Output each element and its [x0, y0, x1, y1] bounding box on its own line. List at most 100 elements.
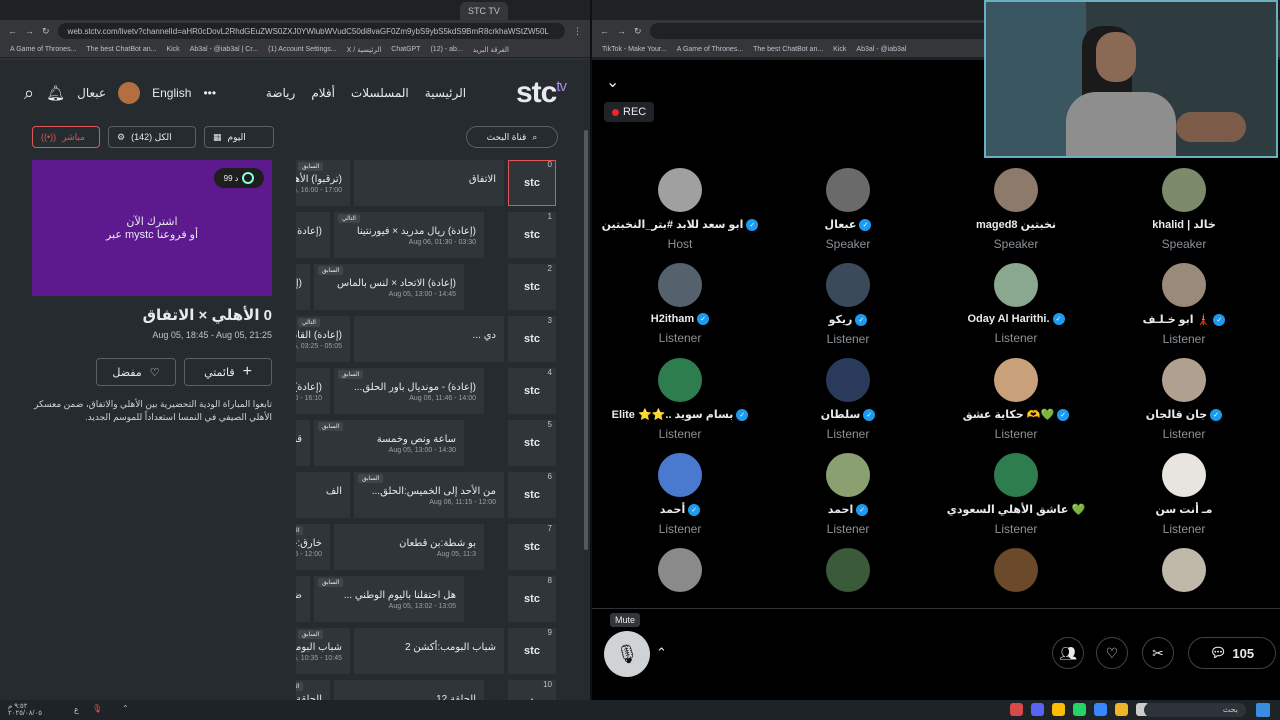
participant-avatar[interactable] — [826, 263, 870, 307]
program-cell[interactable]: بو شطة:بن قطعان Aug 05, 11:3 — [334, 524, 484, 570]
chevron-down-icon[interactable]: ⌄ — [606, 72, 619, 92]
guide-row[interactable]: stc10الحلقة 12الحلقة 7السابق — [296, 680, 560, 700]
bell-icon[interactable]: 🔔︎ — [46, 84, 65, 102]
participant-avatar[interactable] — [826, 358, 870, 402]
guide-row[interactable]: stc3دي ...(إعادة) القادسية × جيروناAug 0… — [296, 316, 560, 364]
mic-tray-icon[interactable]: 🎙︎ — [92, 704, 102, 713]
taskbar-search[interactable]: بحث — [1144, 703, 1246, 717]
program-cell[interactable]: (إعادة) - مو Aug 06, 14:00 - 16:10 — [296, 368, 330, 414]
participant-avatar[interactable] — [1162, 453, 1206, 497]
program-cell[interactable]: ساعة ونص وخمسة Aug 05, 13:00 - 14:30 الساب… — [314, 420, 464, 466]
bookmark-item[interactable]: Kick — [166, 46, 179, 53]
bookmark-item[interactable]: Ab3al - @iab3al | Cr... — [190, 46, 258, 53]
nav-series[interactable]: المسلسلات — [351, 86, 409, 100]
participant[interactable]: ابو سعد للابد #بتر_النخبتين ✓ Host — [596, 168, 764, 251]
nav-movies[interactable]: أفلام — [311, 86, 335, 100]
program-cell[interactable]: من الأحد إلى الخميس:الحلق... Aug 06, 11:1… — [354, 472, 504, 518]
participant[interactable]: جان قالجان ✓ Listener — [1100, 358, 1268, 441]
participant-avatar[interactable] — [826, 168, 870, 212]
program-cell[interactable]: شباب البومب:شوكة Aug 05, 10:35 - 10:45 الس… — [296, 628, 350, 674]
participant[interactable]: عاشق الأهلي السعودي 💚 Listener — [932, 453, 1100, 536]
nav-home[interactable]: الرئيسية — [425, 86, 466, 100]
tab-stctv[interactable]: STC TV — [460, 2, 508, 20]
discord-icon[interactable] — [1031, 703, 1044, 716]
guide-row[interactable]: stc7بو شطة:بن قطعانAug 05, 11:3خارق:حلقة… — [296, 524, 560, 572]
program-cell[interactable]: الاتفاق — [354, 160, 504, 206]
search-icon[interactable]: ⌕ — [24, 83, 34, 104]
bookmark-item[interactable]: A Game of Thrones... — [677, 46, 743, 53]
program-cell[interactable]: خارق:حلقة العضلات Aug 06, 11:45 - 12:00 ال… — [296, 524, 330, 570]
bookmark-item[interactable]: Kick — [833, 46, 846, 53]
guide-row[interactable]: stc 8 هل احتفلنا باليوم الوطني ... Aug 05, … — [296, 576, 560, 624]
participant-avatar[interactable] — [994, 263, 1038, 307]
language-indicator[interactable]: ع — [74, 705, 79, 714]
forward-icon[interactable]: → — [617, 26, 626, 36]
files-icon[interactable] — [1115, 703, 1128, 716]
participant[interactable]: ريكو ✓ Listener — [764, 263, 932, 346]
back-icon[interactable]: ← — [8, 26, 17, 36]
participant-avatar[interactable] — [658, 168, 702, 212]
chrome-icon[interactable] — [1052, 703, 1065, 716]
replies-button[interactable]: 💬︎ 105 — [1188, 637, 1276, 669]
guide-row[interactable]: stc 6 من الأحد إلى الخميس:الحلق... Aug 06, … — [296, 472, 560, 520]
participant[interactable]: عبعال ✓ Speaker — [764, 168, 932, 251]
language-toggle[interactable]: English — [152, 86, 191, 100]
participant-avatar[interactable] — [994, 168, 1038, 212]
forward-icon[interactable]: → — [25, 26, 34, 36]
back-icon[interactable]: ← — [600, 26, 609, 36]
participant[interactable]: maged8 نخبتين Speaker — [932, 168, 1100, 251]
participant-avatar[interactable] — [658, 358, 702, 402]
mic-button[interactable]: 🎙︎ — [604, 631, 650, 677]
program-cell[interactable]: ضحك وقت الص... — [296, 576, 310, 622]
participant-avatar[interactable] — [826, 548, 870, 592]
app-icon-1[interactable] — [1010, 703, 1023, 716]
participant-avatar[interactable] — [994, 358, 1038, 402]
bookmark-item[interactable]: The best ChatBot an... — [753, 46, 823, 53]
program-cell[interactable]: (إعا — [296, 264, 310, 310]
participant-avatar[interactable] — [658, 548, 702, 592]
participant[interactable]: H2itham ✓ Listener — [596, 263, 764, 345]
bookmark-item[interactable]: TikTok - Make Your... — [602, 46, 667, 53]
bookmark-item[interactable]: Ab3al - @iab3al — [856, 46, 906, 53]
reaction-button[interactable]: ♡ — [1096, 637, 1128, 669]
guide-row[interactable]: stc0الاتفاق(ترقبوا) الأهلي × الاتفاقAug … — [296, 160, 560, 208]
participant[interactable]: مـ أنت سن Listener — [1100, 453, 1268, 536]
guide-row[interactable]: stc 4 (إعادة) - مونديال باور الحلق... Aug 0… — [296, 368, 560, 416]
whatsapp-icon[interactable] — [1073, 703, 1086, 716]
menu-icon[interactable]: ⋮ — [573, 26, 582, 37]
bookmark-item[interactable]: (1) Account Settings... — [268, 46, 336, 53]
bookmark-item[interactable]: X / الرئيسية — [347, 46, 382, 54]
program-cell[interactable]: (ترقبوا) الأهلي × الاتفاق Aug 05, 16:00 -… — [296, 160, 350, 206]
clock[interactable]: ٩:٥٢ م ٢٠٢٥/٠٨/٠٥ — [8, 703, 42, 717]
url-field[interactable]: web.stctv.com/livetv?channelId=aHR0cDovL… — [57, 23, 565, 39]
program-cell[interactable]: (إعادة) القادسية × جيرونا Aug 06, 03:25 -… — [296, 316, 350, 362]
player-promo[interactable]: 99 د اشترك الآن عبر mystc أو فروعنا — [32, 160, 272, 296]
program-cell[interactable]: الف — [296, 472, 350, 518]
reload-icon[interactable]: ↻ — [42, 26, 50, 37]
all-filter[interactable]: ⚙︎ الكل (142) — [108, 126, 196, 148]
guide-row[interactable]: stc 5 ساعة ونص وخمسة Aug 05, 13:00 - 14:30 ا… — [296, 420, 560, 468]
program-cell[interactable]: دي ... — [354, 316, 504, 362]
nav-sports[interactable]: رياضة — [266, 86, 295, 100]
username[interactable]: عبعال — [77, 86, 106, 100]
participant[interactable]: احمد ✓ Listener — [764, 453, 932, 536]
live-filter[interactable]: ((•)) مباشر — [32, 126, 100, 148]
program-cell[interactable]: الحلقة 12 — [334, 680, 484, 700]
mylist-button[interactable]: قائمتي + — [184, 358, 272, 386]
program-cell[interactable]: قص — [296, 420, 310, 466]
participant[interactable]: أحمد ✓ Listener — [596, 453, 764, 536]
program-cell[interactable]: هل احتفلنا باليوم الوطني ... Aug 05, 13:0… — [314, 576, 464, 622]
bookmark-item[interactable]: ChatGPT — [391, 46, 420, 53]
program-cell[interactable]: شباب البومب:أكشن 2 — [354, 628, 504, 674]
bookmark-item[interactable]: (12) - ab... — [430, 46, 462, 53]
participant[interactable]: حكاية عشق 🫶💚 ✓ Listener — [932, 358, 1100, 441]
chevron-up-icon[interactable]: ⌃ — [656, 645, 667, 661]
program-cell[interactable]: (إعادة) - مونديال باور الحلق... Aug 06, 1… — [334, 368, 484, 414]
participant[interactable]: Oday Al Harithi. ✓ Listener — [932, 263, 1100, 345]
participant-avatar[interactable] — [658, 453, 702, 497]
stctv-logo[interactable]: stctv — [516, 76, 567, 110]
people-button[interactable]: 👥︎ — [1052, 637, 1084, 669]
guide-row[interactable]: stc 2 (إعادة) الاتحاد × لنس بالماس Aug 05, … — [296, 264, 560, 312]
participant-avatar[interactable] — [658, 263, 702, 307]
favorite-button[interactable]: مفضل ♡ — [96, 358, 176, 386]
